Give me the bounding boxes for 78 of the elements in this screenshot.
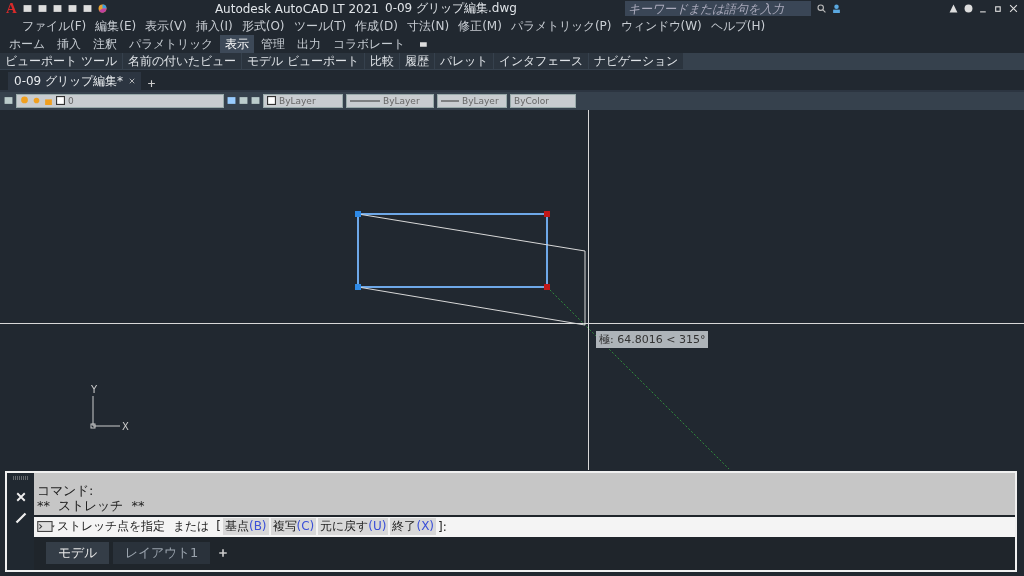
command-option[interactable]: 元に戻す(U) [318, 518, 389, 536]
ribbon-tab[interactable]: コラボレート [328, 34, 410, 54]
layout-tab[interactable]: レイアウト1 [113, 542, 211, 565]
restore-icon[interactable] [994, 4, 1003, 14]
layer-name: 0 [68, 95, 74, 106]
plot-style-value: ByColor [514, 95, 549, 106]
line-sample-icon [441, 98, 459, 103]
app-title: Autodesk AutoCAD LT 2021 [214, 1, 379, 16]
menu-item[interactable]: 表示(V) [145, 17, 187, 35]
close-icon[interactable] [129, 78, 136, 85]
menu-item[interactable]: 挿入(I) [195, 17, 233, 35]
command-option[interactable]: 複写(C) [270, 518, 317, 536]
ribbon-panel-title[interactable]: 比較 [364, 53, 399, 70]
line-sample-icon [350, 98, 380, 103]
ribbon-panel-title[interactable]: 名前の付いたビュー [122, 53, 241, 70]
command-prompt: ストレッチ点を指定 または [ [57, 518, 221, 536]
ucs-y-label: Y [91, 383, 98, 395]
ribbon-tab[interactable]: 注釈 [88, 34, 122, 54]
lineweight-value: ByLayer [462, 95, 499, 106]
search-field[interactable]: キーワードまたは語句を入力 [624, 1, 811, 17]
menu-item[interactable]: ウィンドウ(W) [620, 17, 702, 35]
menu-item[interactable]: ヘルプ(H) [710, 17, 766, 35]
plot-style-dropdown[interactable]: ByColor [510, 93, 576, 108]
linetype-dropdown[interactable]: ByLayer [346, 93, 434, 108]
document-tab[interactable]: 0-09 グリップ編集* [8, 72, 142, 91]
ucs-icon [90, 395, 121, 429]
history-line: ** ストレッチ ** [37, 497, 146, 513]
layout-tab[interactable]: モデル [46, 542, 109, 565]
linetype-value: ByLayer [383, 95, 420, 106]
prompt-suffix: ]: [438, 519, 447, 534]
drawing-canvas[interactable]: Y X 極: 64.8016 < 315° [0, 109, 1024, 471]
menu-item[interactable]: ファイル(F) [22, 17, 87, 35]
layer-dropdown[interactable]: 0 [16, 93, 224, 108]
ribbon-tab[interactable]: パラメトリック [124, 34, 218, 54]
menu-item[interactable]: 寸法(N) [406, 17, 450, 35]
grip-handle-icon[interactable] [12, 475, 29, 480]
menu-item[interactable]: 作成(D) [355, 17, 398, 35]
color-value: ByLayer [279, 95, 316, 106]
ribbon-panel-title[interactable]: モデル ビューポート [241, 53, 364, 70]
grip-icon[interactable] [544, 283, 550, 290]
color-dropdown[interactable]: ByLayer [263, 93, 343, 108]
close-icon[interactable] [15, 491, 26, 502]
color-wheel-icon[interactable] [97, 4, 107, 14]
menu-item[interactable]: 編集(E) [95, 17, 137, 35]
lineweight-dropdown[interactable]: ByLayer [437, 93, 507, 108]
file-name: 0-09 グリップ編集.dwg [385, 0, 517, 18]
search-icon[interactable] [816, 4, 826, 14]
ribbon-tab[interactable]: 表示 [220, 34, 254, 54]
menu-item[interactable]: パラメトリック(P) [510, 17, 612, 35]
ribbon-panel-title[interactable]: ナビゲーション [588, 53, 683, 70]
ribbon-panel-title[interactable]: ビューポート ツール [0, 53, 122, 70]
ucs-x-label: X [122, 420, 129, 432]
ribbon-tab[interactable]: 管理 [256, 34, 290, 54]
ribbon-tab[interactable]: 出力 [292, 34, 326, 54]
ribbon-panel-title[interactable]: パレット [434, 53, 493, 70]
color-swatch-icon [267, 96, 276, 106]
polar-tooltip: 極: 64.8016 < 315° [596, 330, 709, 348]
ribbon-tab[interactable]: ホーム [4, 34, 50, 54]
command-option[interactable]: 終了(X) [390, 518, 437, 536]
menu-item[interactable]: ツール(T) [293, 17, 347, 35]
grip-icon[interactable] [355, 210, 361, 217]
triangle-logo-icon[interactable] [949, 4, 958, 14]
ribbon-panel-title[interactable]: 履歴 [399, 53, 434, 70]
command-option[interactable]: 基点(B) [222, 518, 269, 536]
plus-icon[interactable] [147, 79, 157, 89]
color-swatch-icon [56, 96, 65, 106]
ribbon-panel-title[interactable]: インタフェース [493, 53, 588, 70]
history-line: コマンド: [37, 482, 95, 498]
menu-item[interactable]: 修正(M) [458, 17, 502, 35]
grip-icon[interactable] [544, 210, 550, 217]
menu-item[interactable]: 形式(O) [241, 17, 285, 35]
ribbon-tab[interactable]: 挿入 [52, 34, 86, 54]
grip-icon[interactable] [355, 283, 361, 290]
rectangle-shape[interactable] [357, 212, 548, 288]
close-icon[interactable] [1009, 4, 1018, 14]
plus-icon[interactable] [218, 548, 229, 559]
terminal-icon[interactable] [37, 521, 55, 533]
user-icon[interactable] [831, 4, 841, 14]
